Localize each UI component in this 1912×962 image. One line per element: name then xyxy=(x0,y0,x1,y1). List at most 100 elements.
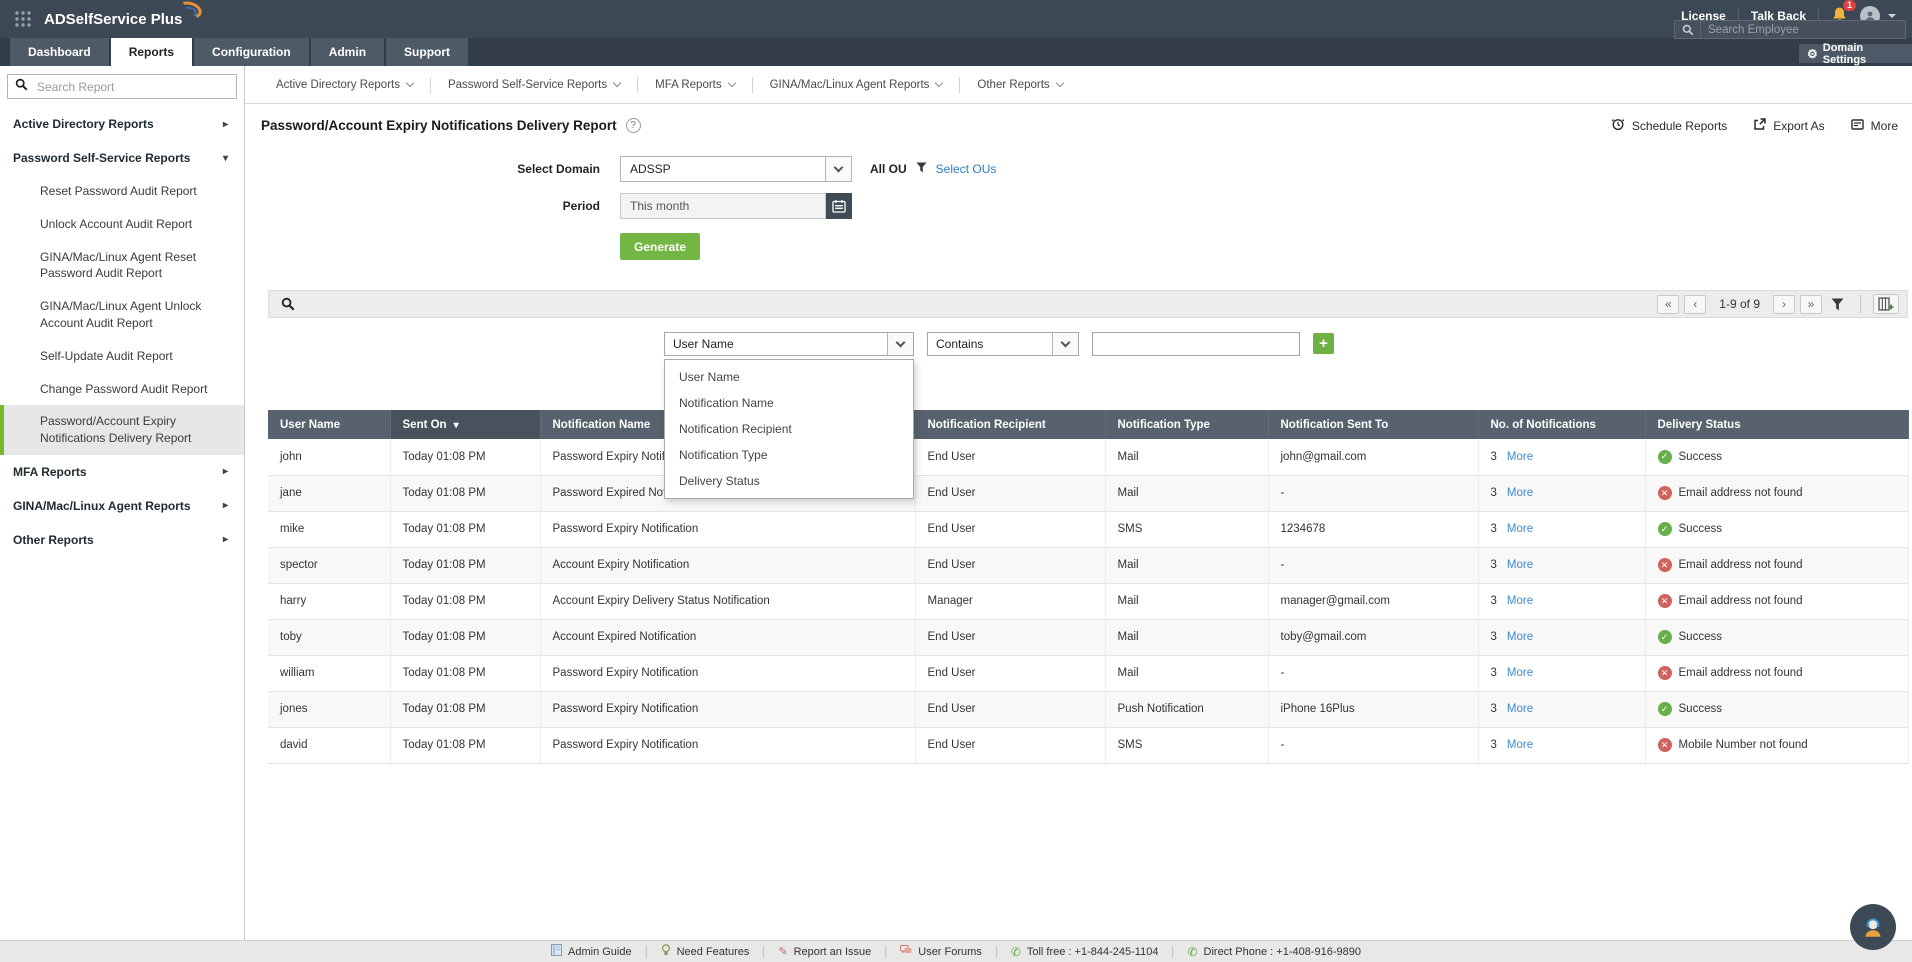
dropdown-option-notification-type[interactable]: Notification Type xyxy=(665,442,913,468)
more-link[interactable]: More xyxy=(1507,595,1533,607)
select-domain-label: Select Domain xyxy=(245,162,620,176)
more-link[interactable]: More xyxy=(1507,451,1533,463)
dropdown-option-notification-name[interactable]: Notification Name xyxy=(665,390,913,416)
more-button[interactable]: More xyxy=(1851,118,1898,134)
ou-filter-icon[interactable] xyxy=(916,162,927,176)
column-header-delivery-status[interactable]: Delivery Status xyxy=(1645,410,1908,439)
report-grid: « ‹ 1-9 of 9 › » User N xyxy=(268,290,1908,764)
table-search-icon[interactable] xyxy=(277,295,299,313)
admin-guide-label: Admin Guide xyxy=(568,946,632,958)
error-icon: ✕ xyxy=(1658,486,1672,500)
sidebar-item-self-update-audit-report[interactable]: Self-Update Audit Report xyxy=(0,340,244,373)
cell-sent-on: Today 01:08 PM xyxy=(390,547,540,583)
sidebar-item-change-password-audit-report[interactable]: Change Password Audit Report xyxy=(0,373,244,406)
schedule-reports-button[interactable]: Schedule Reports xyxy=(1611,117,1727,134)
report-nav-gina-mac-linux-agent-reports[interactable]: GINA/Mac/Linux Agent Reports xyxy=(753,79,960,91)
more-link[interactable]: More xyxy=(1507,703,1533,715)
need-features-link[interactable]: Need Features xyxy=(647,944,764,959)
cell-sent-to: - xyxy=(1268,475,1478,511)
filter-operator-select[interactable]: Contains xyxy=(927,332,1079,356)
app-logo: ADSelfService Plus xyxy=(44,11,200,28)
sidebar-item-unlock-account-audit-report[interactable]: Unlock Account Audit Report xyxy=(0,208,244,241)
cell-sent-to: 1234678 xyxy=(1268,511,1478,547)
help-icon[interactable]: ? xyxy=(626,118,641,133)
more-link[interactable]: More xyxy=(1507,559,1533,571)
sidebar-item-password-account-expiry-notifications-delivery-report[interactable]: Password/Account Expiry Notifications De… xyxy=(0,405,244,455)
admin-guide-link[interactable]: Admin Guide xyxy=(537,944,646,959)
cell-sent-on: Today 01:08 PM xyxy=(390,583,540,619)
period-input[interactable] xyxy=(620,193,826,219)
export-as-button[interactable]: Export As xyxy=(1753,118,1824,134)
select-ous-link[interactable]: Select OUs xyxy=(936,162,997,176)
sidebar-item-gina-mac-linux-agent-reset-password-audit-report[interactable]: GINA/Mac/Linux Agent Reset Password Audi… xyxy=(0,241,244,291)
tab-reports[interactable]: Reports xyxy=(111,38,192,66)
cell-recipient: End User xyxy=(915,547,1105,583)
tab-configuration[interactable]: Configuration xyxy=(194,38,309,66)
more-link[interactable]: More xyxy=(1507,487,1533,499)
pencil-icon: ✎ xyxy=(778,945,787,958)
chevron-down-icon xyxy=(887,333,913,355)
tab-admin[interactable]: Admin xyxy=(311,38,384,66)
more-link[interactable]: More xyxy=(1507,523,1533,535)
phone-icon: ✆ xyxy=(1011,945,1021,959)
add-filter-button[interactable]: + xyxy=(1313,333,1334,354)
more-link[interactable]: More xyxy=(1507,631,1533,643)
filter-field-select[interactable]: User Name xyxy=(664,332,914,356)
chevron-down-icon xyxy=(825,157,851,181)
column-header-notification-type[interactable]: Notification Type xyxy=(1105,410,1268,439)
dropdown-option-user-name[interactable]: User Name xyxy=(665,364,913,390)
dropdown-option-delivery-status[interactable]: Delivery Status xyxy=(665,468,913,494)
filter-operator-value: Contains xyxy=(936,337,983,351)
cell-notification-name: Password Expiry Notification xyxy=(540,727,915,763)
column-header-notification-sent-to[interactable]: Notification Sent To xyxy=(1268,410,1478,439)
filter-icon[interactable] xyxy=(1827,296,1848,313)
cell-delivery-status: ✓Success xyxy=(1645,691,1908,727)
first-page-button[interactable]: « xyxy=(1657,295,1679,314)
tab-support[interactable]: Support xyxy=(386,38,468,66)
user-forums-link[interactable]: User Forums xyxy=(886,945,996,959)
account-menu-caret-icon[interactable] xyxy=(1888,14,1896,18)
column-header-user-name[interactable]: User Name xyxy=(268,410,390,439)
more-link[interactable]: More xyxy=(1507,739,1533,751)
next-page-button[interactable]: › xyxy=(1773,295,1795,314)
filter-zone: User Name Contains + User NameNotificati… xyxy=(268,318,1908,410)
cell-recipient: End User xyxy=(915,655,1105,691)
report-search-input[interactable] xyxy=(35,79,229,95)
sidebar-item-reset-password-audit-report[interactable]: Reset Password Audit Report xyxy=(0,175,244,208)
employee-search-input[interactable] xyxy=(1701,24,1905,36)
calendar-icon[interactable] xyxy=(826,193,852,219)
domain-settings-button[interactable]: ⚙ Domain Settings xyxy=(1799,44,1912,63)
sidebar-group-active-directory-reports[interactable]: Active Directory Reports▸ xyxy=(0,107,244,141)
report-nav-password-self-service-reports[interactable]: Password Self-Service Reports xyxy=(431,79,637,91)
column-header-notification-recipient[interactable]: Notification Recipient xyxy=(915,410,1105,439)
sidebar-group-mfa-reports[interactable]: MFA Reports▸ xyxy=(0,455,244,489)
sidebar-group-password-self-service-reports[interactable]: Password Self-Service Reports▾ xyxy=(0,141,244,175)
prev-page-button[interactable]: ‹ xyxy=(1684,295,1706,314)
sidebar-group-other-reports[interactable]: Other Reports▸ xyxy=(0,523,244,557)
sidebar-group-gina-mac-linux-agent-reports[interactable]: GINA/Mac/Linux Agent Reports▸ xyxy=(0,489,244,523)
apps-grid-icon[interactable] xyxy=(14,10,32,28)
chevron-right-icon: ▸ xyxy=(223,466,228,477)
report-issue-link[interactable]: ✎ Report an Issue xyxy=(764,945,885,958)
column-chooser-icon[interactable] xyxy=(1873,294,1899,314)
cell-user: jane xyxy=(268,475,390,511)
support-chat-button[interactable] xyxy=(1850,904,1896,950)
report-nav-mfa-reports[interactable]: MFA Reports xyxy=(638,79,751,91)
dropdown-option-notification-recipient[interactable]: Notification Recipient xyxy=(665,416,913,442)
cell-sent-on: Today 01:08 PM xyxy=(390,655,540,691)
domain-select[interactable]: ADSSP xyxy=(620,156,852,182)
report-nav-active-directory-reports[interactable]: Active Directory Reports xyxy=(259,79,430,91)
employee-search xyxy=(1674,20,1906,39)
main-tabs: DashboardReportsConfigurationAdminSuppor… xyxy=(0,38,1912,66)
more-link[interactable]: More xyxy=(1507,667,1533,679)
tab-dashboard[interactable]: Dashboard xyxy=(10,38,109,66)
report-nav-other-reports[interactable]: Other Reports xyxy=(960,79,1079,91)
cell-notification-count: 3More xyxy=(1478,619,1645,655)
generate-button[interactable]: Generate xyxy=(620,233,700,260)
column-header-no-of-notifications[interactable]: No. of Notifications xyxy=(1478,410,1645,439)
last-page-button[interactable]: » xyxy=(1800,295,1822,314)
report-nav-label: Password Self-Service Reports xyxy=(448,79,607,91)
column-header-sent-on[interactable]: Sent On▾ xyxy=(390,410,540,439)
sidebar-item-gina-mac-linux-agent-unlock-account-audit-report[interactable]: GINA/Mac/Linux Agent Unlock Account Audi… xyxy=(0,290,244,340)
filter-value-input[interactable] xyxy=(1092,332,1300,356)
